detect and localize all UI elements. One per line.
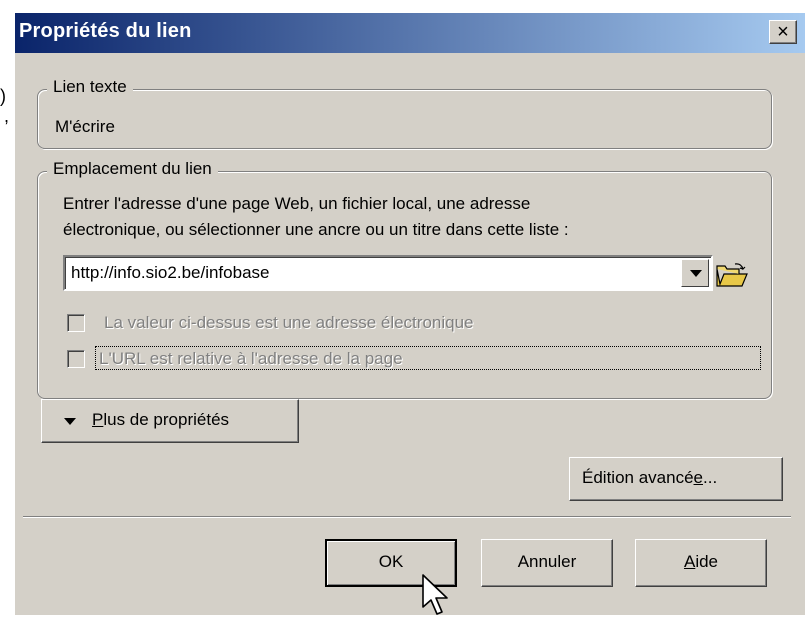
url-input[interactable]: http://info.sio2.be/infobase: [71, 263, 269, 283]
separator: [23, 516, 791, 518]
link-text-value: M'écrire: [55, 117, 115, 136]
stray-paren: ): [0, 86, 6, 106]
link-location-legend: Emplacement du lien: [47, 159, 218, 179]
help-button[interactable]: Aide: [635, 539, 767, 587]
ok-label: OK: [378, 552, 404, 571]
more-properties-button[interactable]: Plus de propriétés: [41, 399, 299, 443]
instruction-line-1: Entrer l'adresse d'une page Web, un fich…: [63, 194, 531, 213]
advanced-edit-label: Édition avancé: [582, 468, 694, 487]
help-label: ide: [695, 552, 719, 571]
close-button[interactable]: ×: [769, 20, 797, 44]
folder-open-icon[interactable]: [715, 263, 749, 289]
title-bar[interactable]: Propriétés du lien ×: [15, 13, 805, 53]
dropdown-arrow-icon: [690, 270, 702, 277]
more-properties-mnemonic: P: [92, 410, 104, 429]
relative-url-checkbox-label: L'URL est relative à l'adresse de la pag…: [99, 349, 403, 368]
window-title: Propriétés du lien: [19, 20, 192, 42]
help-mnemonic: A: [683, 552, 696, 571]
email-address-checkbox-label: La valeur ci-dessus est une adresse élec…: [104, 313, 474, 332]
advanced-edit-ellipsis: ...: [703, 468, 718, 487]
triangle-down-icon: [64, 418, 76, 425]
url-dropdown-button[interactable]: [681, 259, 709, 287]
stray-comma: ,: [4, 106, 10, 126]
link-properties-dialog: Propriétés du lien × Lien texte M'écrire…: [14, 12, 805, 615]
mouse-pointer-icon: [422, 574, 448, 615]
advanced-edit-button[interactable]: Édition avancée...: [569, 457, 783, 501]
close-icon: ×: [777, 21, 789, 43]
cancel-label: Annuler: [517, 552, 577, 571]
cancel-button[interactable]: Annuler: [481, 539, 613, 587]
instruction-line-2: électronique, ou sélectionner une ancre …: [63, 220, 569, 239]
link-text-group: [37, 89, 772, 149]
advanced-edit-mnemonic: e: [693, 468, 703, 487]
url-combobox[interactable]: http://info.sio2.be/infobase: [63, 255, 713, 291]
more-properties-label: lus de propriétés: [103, 410, 230, 429]
link-text-legend: Lien texte: [47, 77, 133, 97]
email-address-checkbox[interactable]: [67, 314, 85, 332]
relative-url-checkbox[interactable]: [67, 350, 85, 368]
